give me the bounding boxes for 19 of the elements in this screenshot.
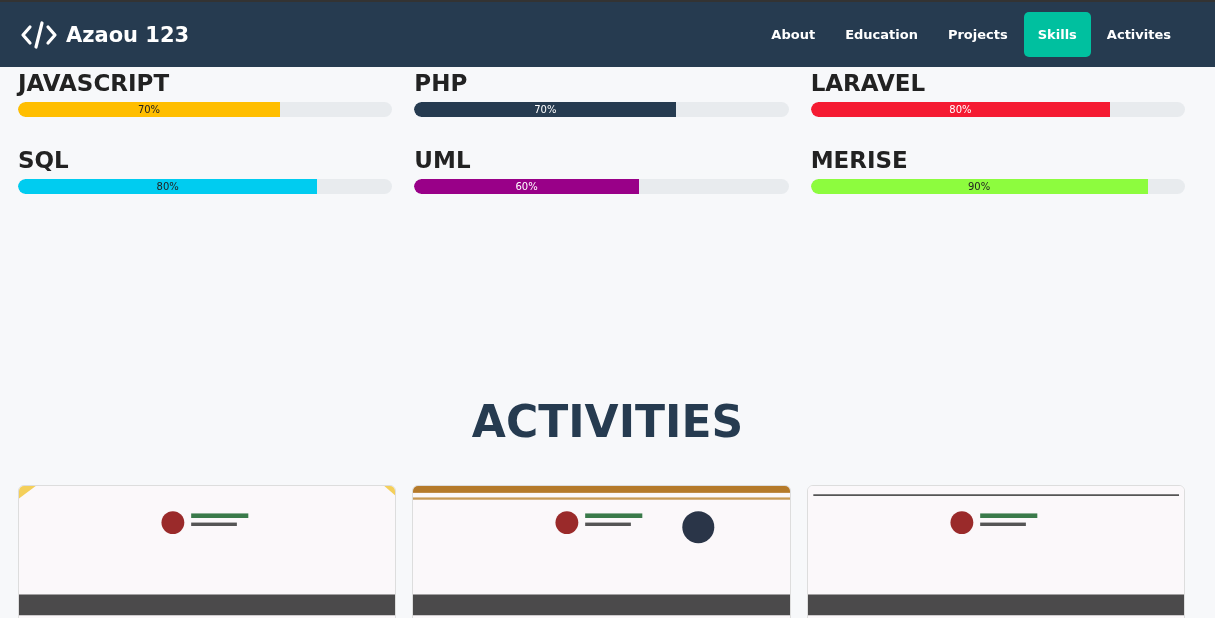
progress-reading: 70% <box>534 103 557 117</box>
nav-link[interactable]: About <box>757 12 830 57</box>
skill-name: UML <box>414 147 472 173</box>
nav-link[interactable]: Projects <box>933 12 1022 57</box>
section-title: ACTIVITIES <box>470 396 745 447</box>
progress-reading: 80% <box>949 103 972 117</box>
progress-reading: 80% <box>156 180 179 194</box>
skill-name: PHP <box>414 70 469 96</box>
nav-link[interactable]: Education <box>831 12 932 57</box>
skill-name: MERISE <box>810 147 909 173</box>
progress-reading: 60% <box>515 180 538 194</box>
skill-name: SQL <box>18 147 70 173</box>
skill-name: JAVASCRIPT <box>18 70 171 96</box>
nav-link[interactable]: Activites <box>1092 12 1185 57</box>
progress-reading: 70% <box>137 103 161 117</box>
code-icon <box>20 19 58 50</box>
brand-name[interactable]: Azaou 123 <box>66 22 190 47</box>
progress-reading: 90% <box>968 180 991 194</box>
skill-name: LARAVEL <box>810 70 927 96</box>
